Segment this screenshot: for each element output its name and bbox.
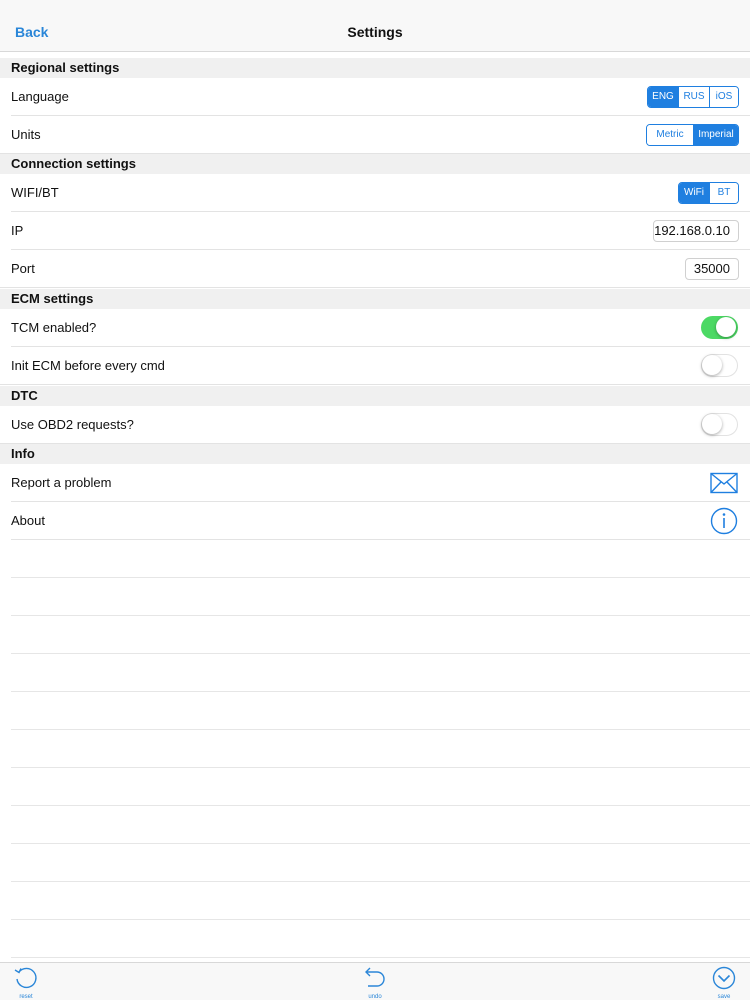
ip-row: IP 192.168.0.10	[0, 212, 750, 250]
init-ecm-label: Init ECM before every cmd	[11, 358, 165, 373]
section-header-connection: Connection settings	[0, 154, 750, 174]
wifi-bt-row: WIFI/BT WiFi BT	[0, 174, 750, 212]
ip-label: IP	[11, 223, 24, 238]
undo-button[interactable]: undo	[360, 966, 390, 1000]
empty-row-separator	[11, 729, 750, 730]
ip-field[interactable]: 192.168.0.10	[653, 220, 739, 242]
section-header-ecm: ECM settings	[0, 289, 750, 309]
units-option-metric[interactable]: Metric	[647, 125, 693, 145]
empty-row-separator	[11, 653, 750, 654]
toggle-knob	[702, 414, 722, 434]
language-option-rus[interactable]: RUS	[678, 87, 709, 107]
init-ecm-row: Init ECM before every cmd	[0, 347, 750, 385]
report-problem-label: Report a problem	[11, 475, 112, 490]
units-option-imperial[interactable]: Imperial	[693, 125, 738, 145]
port-row: Port 35000	[0, 250, 750, 288]
about-row[interactable]: About	[0, 502, 750, 540]
port-label: Port	[11, 261, 35, 276]
save-button[interactable]: save	[709, 966, 739, 1000]
connection-option-bt[interactable]: BT	[709, 183, 738, 203]
language-label: Language	[11, 89, 69, 104]
language-option-ios[interactable]: iOS	[709, 87, 738, 107]
section-title: Info	[11, 446, 35, 461]
empty-row-separator	[11, 957, 750, 958]
obd2-toggle[interactable]	[701, 413, 738, 436]
units-segmented-control: Metric Imperial	[646, 124, 739, 146]
empty-row-separator	[11, 843, 750, 844]
section-title: Connection settings	[11, 156, 136, 171]
port-field[interactable]: 35000	[685, 258, 739, 280]
init-ecm-toggle[interactable]	[701, 354, 738, 377]
units-row: Units Metric Imperial	[0, 116, 750, 154]
empty-row-separator	[11, 577, 750, 578]
empty-row-separator	[11, 691, 750, 692]
navigation-bar: Back Settings	[0, 0, 750, 52]
page-title: Settings	[347, 24, 403, 40]
envelope-icon[interactable]	[710, 472, 738, 499]
empty-row-separator	[11, 615, 750, 616]
tcm-toggle[interactable]	[701, 316, 738, 339]
reset-button[interactable]: reset	[11, 966, 41, 1000]
connection-segmented-control: WiFi BT	[678, 182, 739, 204]
reset-label: reset	[19, 994, 33, 1000]
section-header-regional: Regional settings	[0, 58, 750, 78]
undo-icon	[365, 967, 385, 987]
save-label: save	[717, 994, 731, 1000]
section-title: ECM settings	[11, 291, 94, 306]
section-title: Regional settings	[11, 60, 120, 75]
obd2-label: Use OBD2 requests?	[11, 417, 134, 432]
empty-row-separator	[11, 919, 750, 920]
tcm-label: TCM enabled?	[11, 320, 97, 335]
wifi-bt-label: WIFI/BT	[11, 185, 59, 200]
section-header-dtc: DTC	[0, 386, 750, 406]
save-icon	[712, 966, 736, 990]
language-option-eng[interactable]: ENG	[648, 87, 678, 107]
info-icon[interactable]	[710, 507, 738, 540]
bottom-toolbar: reset undo save	[0, 962, 750, 1000]
toggle-knob	[702, 355, 722, 375]
empty-row-separator	[11, 805, 750, 806]
section-header-info: Info	[0, 444, 750, 464]
toggle-knob	[716, 317, 736, 337]
reset-icon	[14, 967, 37, 989]
about-label: About	[11, 513, 45, 528]
report-problem-row[interactable]: Report a problem	[0, 464, 750, 502]
connection-option-wifi[interactable]: WiFi	[679, 183, 709, 203]
undo-label: undo	[368, 994, 382, 1000]
empty-row-separator	[11, 881, 750, 882]
empty-row-separator	[11, 767, 750, 768]
tcm-row: TCM enabled?	[0, 309, 750, 347]
language-segmented-control: ENG RUS iOS	[647, 86, 739, 108]
units-label: Units	[11, 127, 41, 142]
obd2-row: Use OBD2 requests?	[0, 406, 750, 444]
section-title: DTC	[11, 388, 38, 403]
language-row: Language ENG RUS iOS	[0, 78, 750, 116]
